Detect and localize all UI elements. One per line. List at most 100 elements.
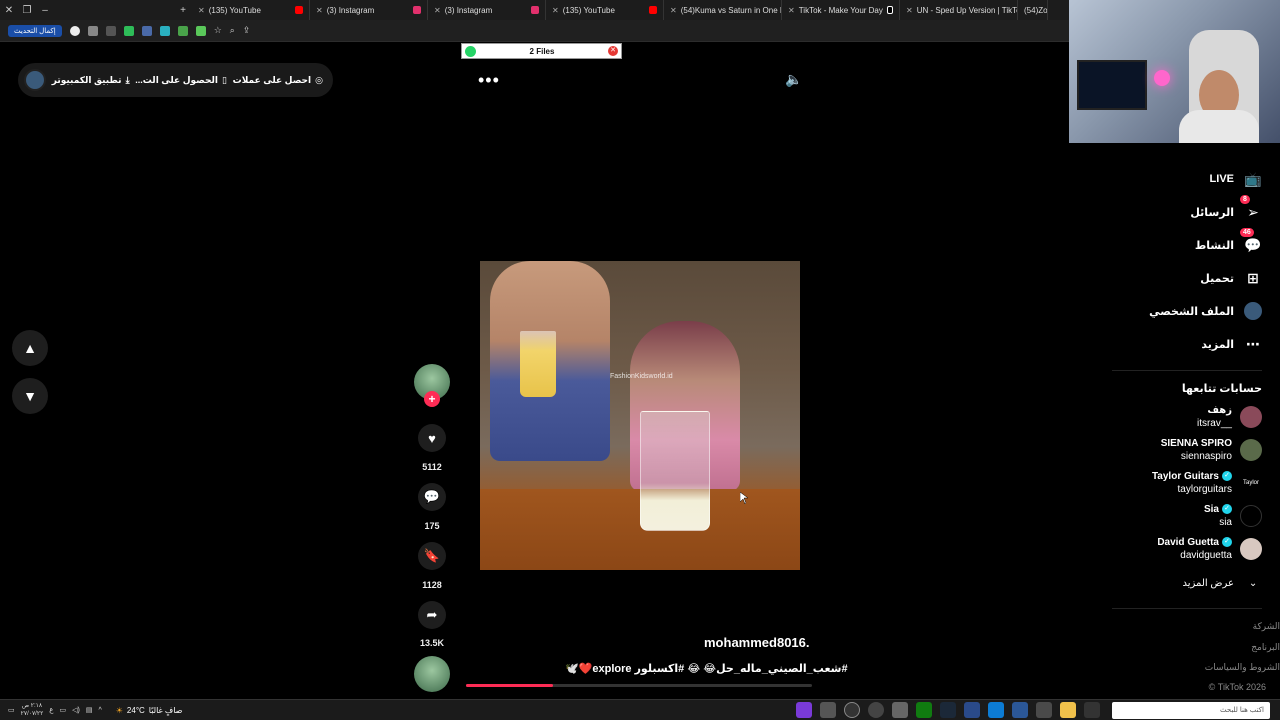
settings-icon[interactable]: [892, 702, 908, 718]
author-name[interactable]: mohammed8016.: [704, 635, 810, 650]
sidebar-item-activity[interactable]: 💬 46 النشاط: [1195, 228, 1262, 254]
chevron-down-icon: ⌄: [1248, 577, 1258, 589]
task-view-icon[interactable]: [1084, 702, 1100, 718]
footer-company-link[interactable]: الشركة: [1253, 621, 1280, 632]
video-player[interactable]: FashionKidsworld.id: [480, 261, 800, 570]
close-tab-icon[interactable]: ✕: [552, 6, 559, 15]
close-tab-icon[interactable]: ✕: [316, 6, 323, 15]
app-icon[interactable]: [1012, 702, 1028, 718]
language-icon[interactable]: ع: [49, 706, 53, 714]
more-options-icon[interactable]: •••: [478, 70, 500, 91]
heart-icon: ♥: [428, 430, 436, 446]
browser-tab[interactable]: ✕ (135) YouTube: [192, 0, 310, 20]
app-icon[interactable]: [964, 702, 980, 718]
close-tab-icon[interactable]: ✕: [434, 6, 441, 15]
notification-icon[interactable]: ▭: [8, 706, 15, 714]
tab-label: (135) YouTube: [208, 5, 261, 15]
new-tab-icon[interactable]: +: [174, 5, 192, 16]
save-button[interactable]: 🔖: [418, 542, 446, 570]
comment-button[interactable]: 💬: [418, 483, 446, 511]
browser-tab[interactable]: ✕ (3) Instagram: [310, 0, 428, 20]
app-icon[interactable]: [820, 702, 836, 718]
browser-tab[interactable]: ✕ TikTok - Make Your Day: [782, 0, 900, 20]
avatar[interactable]: [24, 69, 47, 91]
close-tab-icon[interactable]: ✕: [906, 6, 913, 15]
sidebar-item-messages[interactable]: ➢ 8 الرسائل: [1190, 195, 1262, 221]
comment-icon: 💬: [423, 489, 441, 504]
account-name: Sia: [1203, 504, 1219, 515]
extension-icon[interactable]: [195, 25, 206, 36]
files-notification-bar[interactable]: 2 Files ✕: [461, 43, 622, 59]
browser-tab[interactable]: ✕ (3) Instagram: [428, 0, 546, 20]
steam-icon[interactable]: [940, 702, 956, 718]
volume-icon[interactable]: ◁): [72, 706, 80, 714]
shield-icon[interactable]: [177, 25, 188, 36]
clock[interactable]: ٢:١٨ ص ٢٧/٠٧/٢٢: [21, 702, 44, 718]
zoom-icon[interactable]: ⌕: [230, 25, 235, 36]
browser-tab[interactable]: (54)Zoro v: [1018, 0, 1048, 20]
close-tab-icon[interactable]: ✕: [670, 6, 677, 15]
restore-window-icon[interactable]: ❐: [18, 5, 36, 16]
see-more-button[interactable]: ⌄ عرض المزيد: [1182, 574, 1262, 592]
battery-icon[interactable]: ▭: [59, 706, 66, 714]
like-button[interactable]: ♥: [418, 424, 446, 452]
following-account[interactable]: زهف __itsrav: [1197, 404, 1262, 430]
taskbar-search-input[interactable]: اكتب هنا للبحث: [1112, 702, 1270, 719]
share-button[interactable]: ➦: [418, 601, 446, 629]
get-coins-link[interactable]: ◎ احصل على عملات: [233, 75, 323, 86]
windows-taskbar: ▭ ٢:١٨ ص ٢٧/٠٧/٢٢ ع ▭ ◁) ▤ ^ ☀ 24°C صافٍ …: [0, 699, 1280, 720]
next-video-button[interactable]: ▼: [12, 378, 48, 414]
get-app-link[interactable]: ▯ الحصول على الت...: [135, 75, 227, 86]
minimize-window-icon[interactable]: –: [36, 5, 54, 16]
sidebar-item-upload[interactable]: ⊞ تحميل: [1200, 269, 1262, 287]
footer-program-link[interactable]: البرنامج: [1251, 642, 1280, 653]
browser-tab[interactable]: ✕ UN - Sped Up Version | TikTok: [900, 0, 1018, 20]
extension-icon[interactable]: [141, 25, 152, 36]
extension-icon[interactable]: [87, 25, 98, 36]
music-disc-icon[interactable]: [414, 656, 450, 692]
following-account[interactable]: ✓Sia sia: [1204, 503, 1262, 529]
update-button[interactable]: إكمال التحديث: [8, 24, 62, 37]
account-handle: davidguetta: [1180, 550, 1232, 561]
previous-video-button[interactable]: ▲: [12, 330, 48, 366]
video-progress-bar[interactable]: [466, 684, 812, 687]
folder-icon[interactable]: [1060, 702, 1076, 718]
following-account[interactable]: Taylor ✓Taylor Guitars taylorguitars: [1152, 470, 1262, 496]
youtube-icon: [649, 6, 657, 14]
star-icon[interactable]: ☆: [214, 25, 222, 36]
extension-icon[interactable]: [123, 25, 134, 36]
chevron-up-icon[interactable]: ^: [98, 707, 101, 714]
sidebar-item-live[interactable]: 📺 LIVE: [1210, 170, 1262, 188]
video-caption: #شعب_الصيني_ماله_حل😂 😂 #اكسبلور explore❤…: [565, 663, 848, 675]
app-icon[interactable]: [868, 702, 884, 718]
footer-terms-link[interactable]: الشروط والسياسات: [1205, 662, 1280, 673]
chrome-icon[interactable]: [1036, 702, 1052, 718]
extension-icon[interactable]: [105, 25, 116, 36]
browser-tab[interactable]: ✕ (135) YouTube: [546, 0, 664, 20]
close-tab-icon[interactable]: ✕: [198, 6, 205, 15]
app-icon[interactable]: [844, 702, 860, 718]
share-count: 13.5K: [419, 638, 445, 648]
chevron-up-icon: ▲: [23, 340, 37, 356]
edge-icon[interactable]: [988, 702, 1004, 718]
profile-icon: [1244, 302, 1262, 320]
desktop-app-link[interactable]: ⤓ تطبيق الكمبيوتر: [52, 75, 130, 86]
following-account[interactable]: ✓David Guetta davidguetta: [1157, 536, 1262, 562]
weather-widget[interactable]: ☀ 24°C صافٍ غالبًا: [116, 706, 183, 715]
extension-icon[interactable]: [159, 25, 170, 36]
xbox-icon[interactable]: [916, 702, 932, 718]
network-icon[interactable]: ▤: [86, 706, 93, 714]
sidebar-item-more[interactable]: ⋯ المزيد: [1201, 335, 1262, 353]
follow-button[interactable]: +: [424, 391, 440, 407]
share-icon[interactable]: ⇪: [243, 25, 251, 36]
close-window-icon[interactable]: ✕: [0, 5, 18, 16]
video-watermark: FashionKidsworld.id: [610, 373, 673, 380]
volume-icon[interactable]: 🔈: [785, 71, 802, 88]
app-icon[interactable]: [796, 702, 812, 718]
profile-icon[interactable]: [69, 25, 80, 36]
sidebar-item-profile[interactable]: الملف الشخصي: [1149, 302, 1262, 320]
browser-tab[interactable]: ✕ (54)Kuma vs Saturn in One Pie: [664, 0, 782, 20]
close-icon[interactable]: ✕: [608, 46, 618, 56]
following-account[interactable]: SIENNA SPIRO siennaspiro: [1161, 437, 1262, 463]
close-tab-icon[interactable]: ✕: [788, 6, 795, 15]
